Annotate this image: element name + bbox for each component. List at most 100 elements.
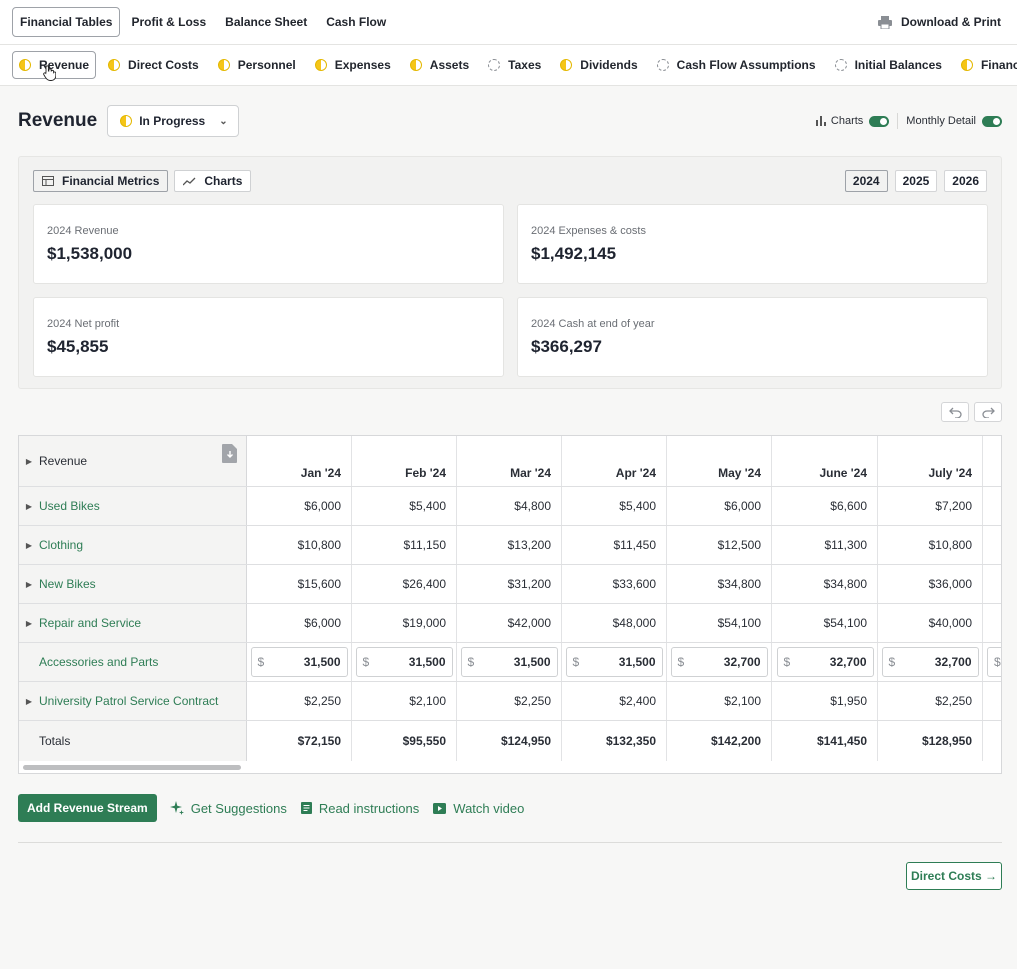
- value-cell[interactable]: $2,250: [878, 682, 983, 720]
- value-cell[interactable]: $1,950: [773, 682, 878, 720]
- value-cell[interactable]: $6,000: [667, 487, 772, 525]
- value-cell[interactable]: $11,150: [352, 526, 457, 564]
- value-cell[interactable]: $34,800: [773, 565, 878, 603]
- monthly-switch[interactable]: [982, 115, 1002, 127]
- value-cell[interactable]: $40,000: [878, 604, 983, 642]
- tab-cash-flow[interactable]: Cash Flow: [318, 7, 394, 37]
- charts-switch[interactable]: [869, 115, 890, 127]
- value-cell[interactable]: $48,000: [562, 604, 667, 642]
- value-cell[interactable]: $2,400: [562, 682, 667, 720]
- month-header: Mar '24: [457, 436, 562, 486]
- value-cell[interactable]: $6,000: [247, 487, 352, 525]
- value-cell[interactable]: $33,600: [562, 565, 667, 603]
- section-revenue[interactable]: Revenue: [12, 51, 97, 81]
- value-cell[interactable]: $2,250: [247, 682, 352, 720]
- horizontal-scrollbar[interactable]: [23, 765, 241, 770]
- value-cell[interactable]: $10,800: [247, 526, 352, 564]
- value-input[interactable]: $31,500: [565, 647, 663, 677]
- section-personnel[interactable]: Personnel: [211, 51, 303, 79]
- value-cell[interactable]: $13,200: [457, 526, 562, 564]
- year-2024[interactable]: 2024: [844, 170, 888, 192]
- column-header-name[interactable]: ▶ Revenue: [19, 436, 247, 486]
- watch-video-link[interactable]: Watch video: [433, 801, 524, 816]
- section-financing[interactable]: Financing: [954, 51, 1017, 79]
- row-name-cell[interactable]: ▶ Clothing: [19, 526, 247, 564]
- value-input[interactable]: $32,700: [776, 647, 874, 677]
- value-cell[interactable]: $4,800: [457, 487, 562, 525]
- value-cell[interactable]: $42,000: [457, 604, 562, 642]
- value-cell[interactable]: $34,800: [667, 565, 772, 603]
- expand-caret-icon[interactable]: ▶: [19, 502, 39, 511]
- expand-caret-icon[interactable]: ▶: [19, 580, 39, 589]
- actions-bar: Add Revenue Stream Get Suggestions Read …: [18, 794, 538, 822]
- row-name-cell[interactable]: ▶ Used Bikes: [19, 487, 247, 525]
- section-dividends[interactable]: Dividends: [553, 51, 644, 79]
- undo-button[interactable]: [941, 402, 969, 422]
- value-cell[interactable]: $10,800: [878, 526, 983, 564]
- section-expenses[interactable]: Expenses: [308, 51, 398, 79]
- tab-financial-metrics[interactable]: Financial Metrics: [33, 170, 169, 192]
- download-print-button[interactable]: Download & Print: [878, 15, 1005, 29]
- value-cell[interactable]: $54,100: [667, 604, 772, 642]
- row-name-label[interactable]: Repair and Service: [39, 616, 141, 630]
- tab-charts[interactable]: Charts: [174, 170, 252, 192]
- value-cell[interactable]: $19,000: [352, 604, 457, 642]
- row-name-label[interactable]: New Bikes: [39, 577, 96, 591]
- get-suggestions-link[interactable]: Get Suggestions: [169, 801, 287, 816]
- value-cell[interactable]: $11,450: [562, 526, 667, 564]
- section-cash-flow-assumptions[interactable]: Cash Flow Assumptions: [650, 51, 823, 79]
- value-cell[interactable]: $2,100: [352, 682, 457, 720]
- redo-button[interactable]: [974, 402, 1002, 422]
- value-cell[interactable]: $5,400: [562, 487, 667, 525]
- value-cell[interactable]: $7,200: [878, 487, 983, 525]
- value-cell[interactable]: $15,600: [247, 565, 352, 603]
- charts-toggle[interactable]: Charts: [815, 115, 890, 127]
- tab-financial-tables[interactable]: Financial Tables: [12, 7, 121, 37]
- value-input[interactable]: $31,500: [250, 647, 348, 677]
- value-cell[interactable]: $6,000: [247, 604, 352, 642]
- add-revenue-stream-button[interactable]: Add Revenue Stream: [18, 794, 157, 822]
- value-input[interactable]: $31,500: [460, 647, 558, 677]
- section-taxes[interactable]: Taxes: [481, 51, 548, 79]
- value-input[interactable]: $: [987, 647, 1001, 677]
- total-cell: $72,150: [247, 721, 352, 761]
- row-name-label[interactable]: Used Bikes: [39, 499, 100, 513]
- export-file-icon[interactable]: [222, 444, 238, 463]
- tab-profit-loss[interactable]: Profit & Loss: [123, 7, 214, 37]
- value-cell[interactable]: $54,100: [773, 604, 878, 642]
- row-name-cell[interactable]: ▶ University Patrol Service Contract: [19, 682, 247, 720]
- metric-card-expenses: 2024 Expenses & costs $1,492,145: [517, 204, 988, 284]
- status-dropdown[interactable]: In Progress ⌄: [107, 105, 239, 137]
- value-input[interactable]: $32,700: [670, 647, 768, 677]
- next-direct-costs-button[interactable]: Direct Costs →: [906, 862, 1002, 890]
- row-name-label[interactable]: Clothing: [39, 538, 83, 552]
- row-name-label[interactable]: Accessories and Parts: [39, 655, 158, 669]
- expand-caret-icon[interactable]: ▶: [19, 457, 39, 466]
- value-input[interactable]: $32,700: [881, 647, 979, 677]
- section-direct-costs[interactable]: Direct Costs: [101, 51, 206, 79]
- read-instructions-link[interactable]: Read instructions: [300, 801, 419, 816]
- value-cell[interactable]: $12,500: [667, 526, 772, 564]
- tab-balance-sheet[interactable]: Balance Sheet: [217, 7, 315, 37]
- section-initial-balances[interactable]: Initial Balances: [828, 51, 949, 79]
- value-cell[interactable]: $2,250: [457, 682, 562, 720]
- value-cell[interactable]: $6,600: [773, 487, 878, 525]
- expand-caret-icon[interactable]: ▶: [19, 697, 39, 706]
- year-2026[interactable]: 2026: [944, 170, 987, 192]
- row-name-cell[interactable]: ▶ Repair and Service: [19, 604, 247, 642]
- expand-caret-icon[interactable]: ▶: [19, 619, 39, 628]
- value-cell[interactable]: $26,400: [352, 565, 457, 603]
- row-name-label[interactable]: University Patrol Service Contract: [39, 694, 218, 708]
- row-name-cell[interactable]: ▶ New Bikes: [19, 565, 247, 603]
- value-cell[interactable]: $36,000: [878, 565, 983, 603]
- value-cell[interactable]: $5,400: [352, 487, 457, 525]
- year-2025[interactable]: 2025: [894, 170, 938, 192]
- value-cell[interactable]: $11,300: [773, 526, 878, 564]
- value-cell[interactable]: $31,200: [457, 565, 562, 603]
- value-cell[interactable]: $2,100: [667, 682, 772, 720]
- section-assets[interactable]: Assets: [403, 51, 476, 79]
- monthly-detail-toggle[interactable]: Monthly Detail: [906, 115, 1002, 127]
- expand-caret-icon[interactable]: ▶: [19, 541, 39, 550]
- value-input-cell: $32,700: [773, 643, 878, 681]
- value-input[interactable]: $31,500: [355, 647, 453, 677]
